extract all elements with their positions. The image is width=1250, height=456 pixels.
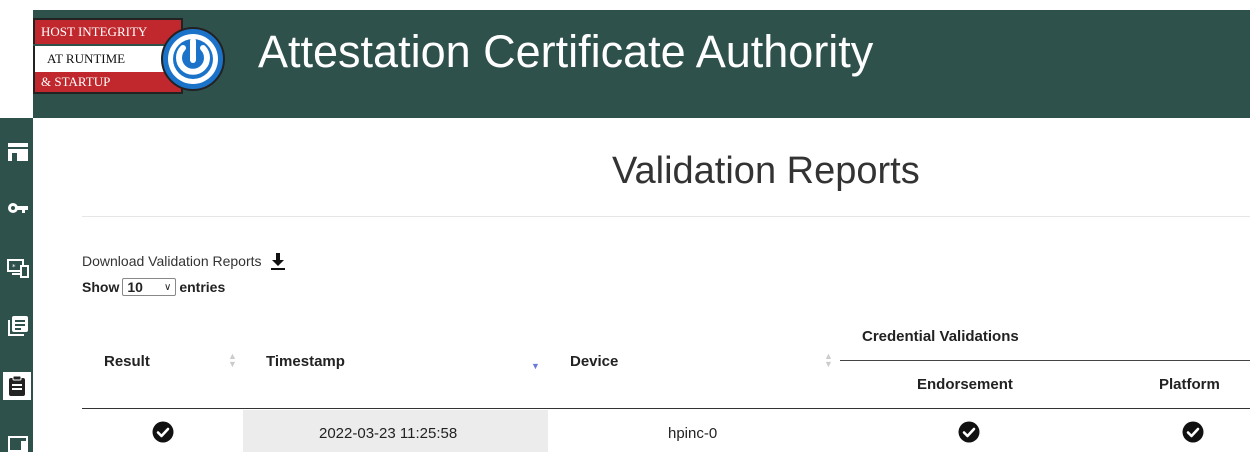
column-header-timestamp[interactable]: Timestamp [266, 353, 345, 370]
column-header-endorsement[interactable]: Endorsement [917, 376, 1013, 393]
column-header-platform[interactable]: Platform [1159, 376, 1220, 393]
sort-desc-icon[interactable]: ▼ [531, 362, 540, 371]
timestamp-cell: 2022-03-23 11:25:58 [319, 425, 458, 442]
check-circle-icon [958, 421, 980, 443]
column-header-credential-validations: Credential Validations [862, 328, 1019, 345]
logo[interactable]: HOST INTEGRITY AT RUNTIME & STARTUP [33, 16, 225, 102]
library-icon[interactable] [6, 314, 30, 338]
column-header-result[interactable]: Result [104, 353, 150, 370]
download-reports-link[interactable]: Download Validation Reports [82, 251, 288, 271]
header-banner: HOST INTEGRITY AT RUNTIME & STARTUP Atte… [0, 0, 1250, 118]
sort-icon[interactable]: ▲ ▼ [228, 352, 237, 369]
page-title: Validation Reports [612, 150, 920, 192]
divider [82, 216, 1250, 217]
device-cell: hpinc-0 [668, 425, 718, 442]
download-label: Download Validation Reports [82, 253, 262, 269]
sidebar: * [0, 118, 33, 453]
chevron-down-icon: ∨ [164, 281, 172, 293]
table-header-rule [82, 408, 1250, 409]
sort-icon[interactable]: ▲ ▼ [824, 352, 833, 369]
group-header-rule [840, 360, 1250, 361]
app-title: Attestation Certificate Authority [258, 26, 874, 77]
power-icon [161, 27, 225, 91]
entries-value: 10 [127, 279, 143, 295]
storefront-icon[interactable] [6, 140, 30, 164]
download-icon [270, 253, 285, 270]
devices-icon[interactable]: * [6, 256, 30, 280]
column-header-device[interactable]: Device [570, 353, 618, 370]
laptop-icon[interactable] [6, 432, 30, 456]
check-circle-icon [1182, 421, 1204, 443]
check-circle-icon [152, 421, 174, 443]
svg-text:*: * [12, 263, 16, 271]
key-icon[interactable] [6, 196, 30, 220]
entries-label: entries [179, 279, 226, 295]
show-label: Show [82, 279, 120, 295]
entries-control: Show 10 ∨ entries [82, 278, 225, 296]
clipboard-icon[interactable] [3, 372, 31, 400]
entries-select[interactable]: 10 ∨ [122, 278, 177, 296]
